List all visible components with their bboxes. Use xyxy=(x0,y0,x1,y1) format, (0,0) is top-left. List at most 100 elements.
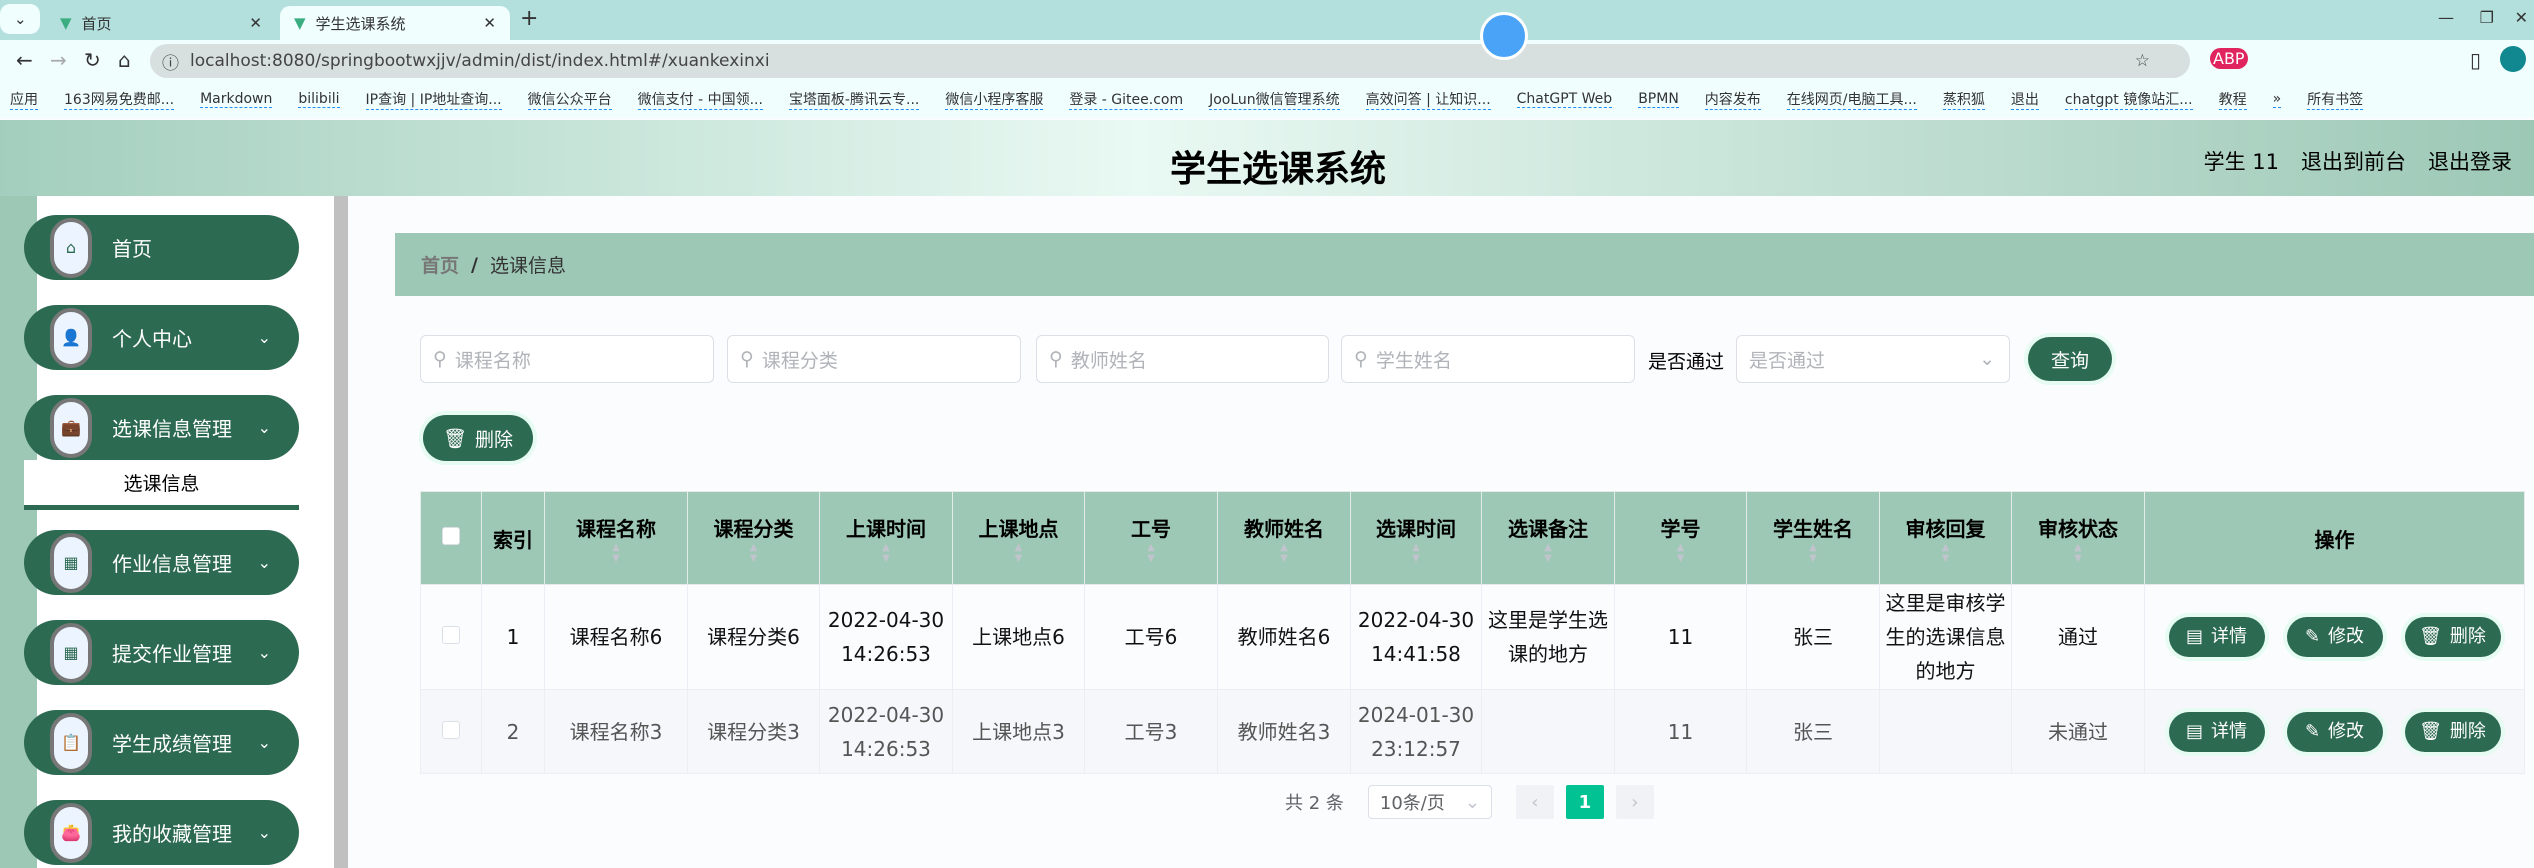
column-header[interactable]: 审核状态 ▲ ▼ xyxy=(2011,491,2145,585)
header-label: 课程名称 xyxy=(576,516,656,541)
row-checkbox[interactable] xyxy=(442,626,460,644)
site-info-icon[interactable]: ⓘ xyxy=(162,49,179,74)
sort-icon[interactable]: ▲ ▼ xyxy=(1747,542,1879,564)
bookmark-item[interactable]: » xyxy=(2272,91,2282,108)
bookmark-item[interactable]: 退出 xyxy=(2010,89,2039,110)
column-header[interactable]: 课程分类 ▲ ▼ xyxy=(687,491,820,585)
sidebar-item-1[interactable]: 👤 个人中心 ⌄ xyxy=(24,305,299,370)
next-page-button[interactable]: › xyxy=(1615,785,1654,819)
course-type-input[interactable]: ⚲ 课程分类 xyxy=(727,335,1021,383)
close-icon[interactable]: ✕ xyxy=(249,14,262,32)
breadcrumb-home[interactable]: 首页 xyxy=(421,251,459,278)
sidebar-item-6[interactable]: 👛 我的收藏管理 ⌄ xyxy=(24,800,299,865)
bookmark-item[interactable]: 内容发布 xyxy=(1704,89,1761,110)
sidebar-subitem-xuankexinxi[interactable]: 选课信息 xyxy=(24,460,299,510)
column-header[interactable]: 上课时间 ▲ ▼ xyxy=(819,491,953,585)
sort-icon[interactable]: ▲ ▼ xyxy=(1085,542,1217,564)
column-header[interactable]: 索引 xyxy=(481,491,545,585)
detail-button[interactable]: ▤ 详情 xyxy=(2168,711,2265,752)
profile-avatar[interactable] xyxy=(2500,46,2526,72)
bookmark-item[interactable]: 应用 xyxy=(10,89,38,110)
sort-icon[interactable]: ▲ ▼ xyxy=(953,542,1084,564)
bookmark-item[interactable]: IP查询 | IP地址查询... xyxy=(365,89,502,110)
bookmark-item[interactable]: 蒸积狐 xyxy=(1942,89,1985,110)
prev-page-button[interactable]: ‹ xyxy=(1515,785,1554,819)
delete-button[interactable]: 🗑 删除 xyxy=(2404,617,2501,657)
sort-icon[interactable]: ▲ ▼ xyxy=(2012,542,2144,564)
bookmark-star-icon[interactable]: ☆ xyxy=(2135,51,2150,71)
sort-icon[interactable]: ▲ ▼ xyxy=(688,542,819,564)
tab-active[interactable]: ▼ 学生选课系统 ✕ xyxy=(280,6,510,40)
floating-ball-icon[interactable] xyxy=(1480,12,1528,60)
select-all-checkbox[interactable] xyxy=(442,527,460,545)
edit-button[interactable]: ✎ 修改 xyxy=(2286,617,2383,657)
sort-icon[interactable]: ▲ ▼ xyxy=(1615,542,1746,564)
sidebar-item-5[interactable]: 📋 学生成绩管理 ⌄ xyxy=(24,710,299,775)
bookmark-item[interactable]: 微信小程序客服 xyxy=(945,89,1044,110)
column-header[interactable]: 审核回复 ▲ ▼ xyxy=(1879,491,2012,585)
bookmark-item[interactable]: bilibili xyxy=(298,91,340,108)
page-size-select[interactable]: 10条/页 ⌄ xyxy=(1367,785,1492,819)
tab-home[interactable]: ▼ 首页 ✕ xyxy=(46,6,276,40)
query-button[interactable]: 查询 xyxy=(2028,337,2112,381)
bookmark-item[interactable]: ChatGPT Web xyxy=(1516,91,1613,108)
url-bar[interactable]: ⓘ localhost:8080/springbootwxjjv/admin/di… xyxy=(150,44,2190,78)
bookmark-item[interactable]: JooLun微信管理系统 xyxy=(1209,89,1340,110)
sidebar-item-4[interactable]: ▦ 提交作业管理 ⌄ xyxy=(24,620,299,685)
reload-icon[interactable]: ↻ xyxy=(84,48,101,72)
page-1-button[interactable]: 1 xyxy=(1565,785,1604,819)
back-icon[interactable]: ← xyxy=(16,48,33,72)
new-tab-icon[interactable]: + xyxy=(520,6,538,31)
restore-icon[interactable]: ❐ xyxy=(2480,8,2494,27)
close-icon[interactable]: ✕ xyxy=(483,14,496,32)
pass-select[interactable]: 是否通过 ⌄ xyxy=(1736,335,2010,383)
close-window-icon[interactable]: ✕ xyxy=(2515,8,2528,27)
minimize-icon[interactable]: — xyxy=(2438,8,2454,27)
sort-icon[interactable]: ▲ ▼ xyxy=(1880,542,2011,564)
row-checkbox[interactable] xyxy=(442,720,460,739)
edit-button[interactable]: ✎ 修改 xyxy=(2286,711,2383,752)
column-header[interactable]: 上课地点 ▲ ▼ xyxy=(952,491,1085,585)
bookmark-item[interactable]: 微信支付 - 中国领... xyxy=(637,89,763,110)
column-header[interactable]: 学生姓名 ▲ ▼ xyxy=(1746,491,1880,585)
bookmark-item[interactable]: 宝塔面板-腾讯云专... xyxy=(788,89,920,110)
column-header[interactable]: 学号 ▲ ▼ xyxy=(1614,491,1747,585)
column-header[interactable]: 课程名称 ▲ ▼ xyxy=(544,491,688,585)
column-header[interactable]: 教师姓名 ▲ ▼ xyxy=(1217,491,1351,585)
sidebar-item-3[interactable]: ▦ 作业信息管理 ⌄ xyxy=(24,530,299,595)
detail-button[interactable]: ▤ 详情 xyxy=(2168,617,2265,657)
bookmark-item[interactable]: Markdown xyxy=(200,91,273,108)
adblock-icon[interactable]: ABP xyxy=(2210,48,2248,69)
bookmark-item[interactable]: 微信公众平台 xyxy=(527,89,612,110)
sort-icon[interactable]: ▲ ▼ xyxy=(545,542,687,564)
delete-button[interactable]: 🗑 删除 xyxy=(2404,711,2501,752)
column-header[interactable]: 工号 ▲ ▼ xyxy=(1084,491,1218,585)
sort-icon[interactable]: ▲ ▼ xyxy=(820,542,952,564)
tab-list-button[interactable]: ⌄ xyxy=(0,4,40,34)
bookmark-item[interactable]: 登录 - Gitee.com xyxy=(1069,89,1184,110)
bookmark-item[interactable]: BPMN xyxy=(1638,91,1679,108)
column-header[interactable]: 选课时间 ▲ ▼ xyxy=(1350,491,1482,585)
forward-icon[interactable]: → xyxy=(50,48,67,72)
sort-icon[interactable]: ▲ ▼ xyxy=(1351,542,1481,564)
bookmark-item[interactable]: 教程 xyxy=(2218,89,2247,110)
logout-link[interactable]: 退出登录 xyxy=(2428,146,2512,176)
sidepanel-icon[interactable]: ▯ xyxy=(2470,48,2481,72)
home-icon[interactable]: ⌂ xyxy=(118,48,131,72)
sort-icon[interactable]: ▲ ▼ xyxy=(1482,542,1614,564)
sort-icon[interactable]: ▲ ▼ xyxy=(1218,542,1350,564)
column-header[interactable]: 选课备注 ▲ ▼ xyxy=(1481,491,1615,585)
teacher-name-input[interactable]: ⚲ 教师姓名 xyxy=(1036,335,1329,383)
student-name-input[interactable]: ⚲ 学生姓名 xyxy=(1341,335,1635,383)
bookmark-item[interactable]: 所有书签 xyxy=(2307,89,2364,110)
sidebar-item-2[interactable]: 💼 选课信息管理 ⌄ xyxy=(24,395,299,460)
course-name-input[interactable]: ⚲ 课程名称 xyxy=(420,335,714,383)
sidebar-item-0[interactable]: ⌂ 首页 xyxy=(24,215,299,280)
back-to-front-link[interactable]: 退出到前台 xyxy=(2301,146,2406,176)
bookmark-item[interactable]: 在线网页/电脑工具... xyxy=(1786,89,1917,110)
bookmark-item[interactable]: 高效问答 | 让知识... xyxy=(1365,89,1491,110)
bookmark-item[interactable]: 163网易免费邮... xyxy=(64,89,175,110)
bookmark-item[interactable]: chatgpt 镜像站汇... xyxy=(2064,89,2193,110)
sidebar-scrollbar[interactable] xyxy=(334,196,348,868)
batch-delete-button[interactable]: 🗑 删除 xyxy=(423,415,533,461)
